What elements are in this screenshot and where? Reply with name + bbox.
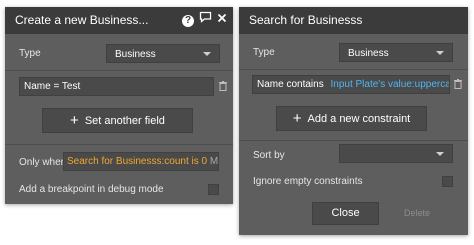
breakpoint-label: Add a breakpoint in debug mode	[19, 184, 164, 195]
only-when-label: Only when	[19, 157, 67, 168]
type-value: Business	[115, 49, 156, 60]
help-icon[interactable]: ?	[182, 14, 194, 27]
field-row-name[interactable]: Name = Test	[19, 77, 214, 96]
type-value: Business	[348, 48, 389, 59]
comment-icon[interactable]	[199, 7, 212, 34]
set-another-field-label: Set another field	[84, 115, 165, 127]
delete-button[interactable]: Delete	[404, 208, 430, 218]
chevron-down-icon	[436, 51, 444, 55]
ignore-empty-checkbox[interactable]	[442, 176, 453, 187]
panel-title: Create a new Business...	[15, 13, 149, 27]
divider	[5, 144, 233, 145]
add-constraint-button[interactable]: + Add a new constraint	[276, 106, 427, 131]
constraint-key: Name contains	[257, 79, 324, 90]
set-another-field-button[interactable]: + Set another field	[42, 108, 193, 133]
close-icon[interactable]	[217, 7, 227, 34]
plus-icon: +	[292, 110, 302, 127]
create-business-panel: Create a new Business... ? Type Business…	[5, 7, 233, 204]
breakpoint-checkbox[interactable]	[208, 184, 219, 195]
condition-expression: Search for Businesss:count is 0	[67, 156, 208, 167]
panel-header: Create a new Business... ?	[5, 7, 233, 34]
trash-icon[interactable]	[219, 81, 227, 91]
type-dropdown[interactable]: Business	[339, 43, 453, 62]
close-button[interactable]: Close	[312, 202, 379, 225]
constraint-row[interactable]: Name contains Input Plate's value:upperc…	[252, 75, 450, 94]
sort-by-label: Sort by	[253, 150, 285, 161]
only-when-condition[interactable]: Search for Businesss:count is 0 More...	[63, 152, 219, 171]
type-label: Type	[253, 47, 275, 58]
chevron-down-icon	[203, 52, 211, 56]
panel-title: Search for Businesss	[249, 13, 363, 27]
field-row-text: Name = Test	[24, 81, 81, 92]
add-constraint-label: Add a new constraint	[307, 113, 411, 125]
search-panel: Search for Businesss Type Business Name …	[239, 7, 468, 235]
divider	[239, 140, 468, 141]
plus-icon: +	[70, 112, 79, 129]
chevron-down-icon	[436, 152, 444, 156]
type-dropdown[interactable]: Business	[106, 44, 220, 63]
divider	[5, 70, 233, 71]
sort-by-dropdown[interactable]	[339, 144, 453, 163]
type-label: Type	[19, 48, 41, 59]
ignore-empty-label: Ignore empty constraints	[253, 176, 363, 187]
more-link[interactable]: More...	[210, 156, 218, 167]
trash-icon[interactable]	[454, 79, 462, 89]
panel-header: Search for Businesss	[239, 7, 468, 34]
constraint-value[interactable]: Input Plate's value:uppercase	[330, 79, 449, 90]
divider	[239, 69, 468, 70]
